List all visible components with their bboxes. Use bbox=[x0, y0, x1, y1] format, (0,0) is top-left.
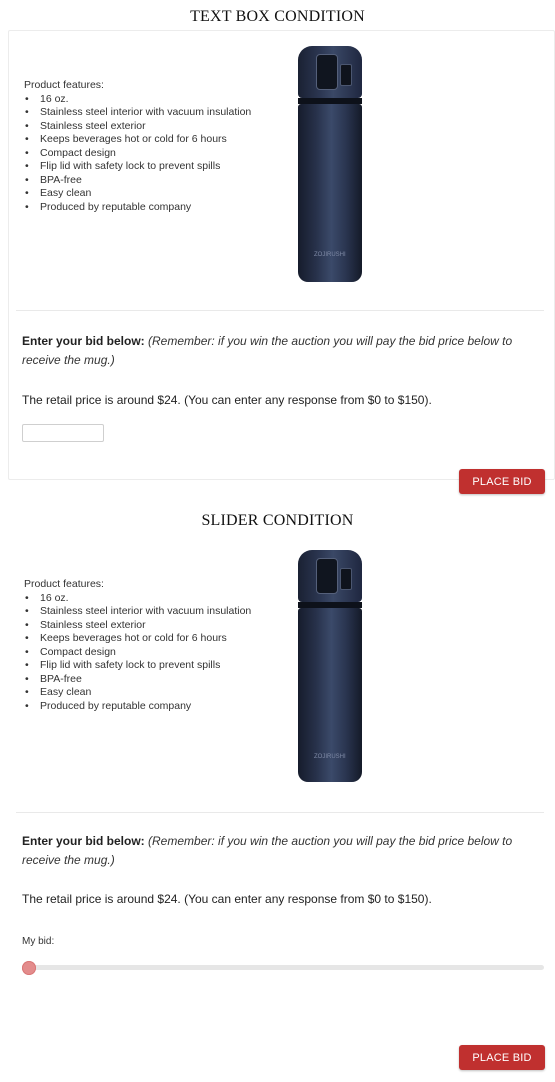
product-features: Product features: 16 oz. Stainless steel… bbox=[24, 578, 251, 713]
section-divider bbox=[16, 310, 544, 311]
mug-lock-latch bbox=[340, 568, 352, 590]
bid-heading: Enter your bid below: bbox=[22, 834, 145, 848]
bid-instructions: Enter your bid below: (Remember: if you … bbox=[22, 332, 547, 370]
feature-item: Easy clean bbox=[25, 187, 251, 201]
feature-item: Flip lid with safety lock to prevent spi… bbox=[25, 160, 251, 174]
feature-item: Stainless steel interior with vacuum ins… bbox=[25, 605, 251, 619]
mug-lock-latch bbox=[340, 64, 352, 86]
bid-text-input[interactable] bbox=[22, 424, 104, 442]
text-box-condition-title: TEXT BOX CONDITION bbox=[190, 8, 365, 25]
bid-slider-track[interactable] bbox=[26, 965, 544, 970]
bid-slider-thumb[interactable] bbox=[22, 961, 36, 975]
place-bid-button[interactable]: PLACE BID bbox=[459, 469, 545, 494]
feature-item: Stainless steel interior with vacuum ins… bbox=[25, 106, 251, 120]
feature-item: Flip lid with safety lock to prevent spi… bbox=[25, 659, 251, 673]
feature-item: Easy clean bbox=[25, 686, 251, 700]
bid-heading: Enter your bid below: bbox=[22, 334, 145, 348]
product-mug-image: ZOJIRUSHI bbox=[298, 46, 362, 282]
slider-condition-title: SLIDER CONDITION bbox=[201, 512, 354, 529]
feature-item: 16 oz. bbox=[25, 93, 251, 107]
feature-item: Keeps beverages hot or cold for 6 hours bbox=[25, 133, 251, 147]
feature-item: Keeps beverages hot or cold for 6 hours bbox=[25, 632, 251, 646]
feature-item: Produced by reputable company bbox=[25, 700, 251, 714]
features-list: 16 oz. Stainless steel interior with vac… bbox=[24, 592, 251, 714]
features-list: 16 oz. Stainless steel interior with vac… bbox=[24, 93, 251, 215]
retail-price-text: The retail price is around $24. (You can… bbox=[22, 393, 432, 407]
feature-item: Stainless steel exterior bbox=[25, 120, 251, 134]
bid-instructions: Enter your bid below: (Remember: if you … bbox=[22, 832, 547, 870]
mug-lid bbox=[316, 54, 338, 90]
mug-brand-logo: ZOJIRUSHI bbox=[314, 252, 346, 258]
feature-item: BPA-free bbox=[25, 673, 251, 687]
features-title: Product features: bbox=[24, 578, 104, 590]
mug-brand-logo: ZOJIRUSHI bbox=[314, 754, 346, 760]
my-bid-label: My bid: bbox=[22, 936, 55, 947]
feature-item: Produced by reputable company bbox=[25, 201, 251, 215]
feature-item: Compact design bbox=[25, 147, 251, 161]
feature-item: Stainless steel exterior bbox=[25, 619, 251, 633]
section-divider bbox=[16, 812, 544, 813]
mug-lid bbox=[316, 558, 338, 594]
place-bid-button[interactable]: PLACE BID bbox=[459, 1045, 545, 1070]
retail-price-text: The retail price is around $24. (You can… bbox=[22, 892, 432, 906]
features-title: Product features: bbox=[24, 79, 104, 91]
feature-item: BPA-free bbox=[25, 174, 251, 188]
feature-item: 16 oz. bbox=[25, 592, 251, 606]
feature-item: Compact design bbox=[25, 646, 251, 660]
product-mug-image: ZOJIRUSHI bbox=[298, 550, 362, 782]
product-features: Product features: 16 oz. Stainless steel… bbox=[24, 79, 251, 214]
